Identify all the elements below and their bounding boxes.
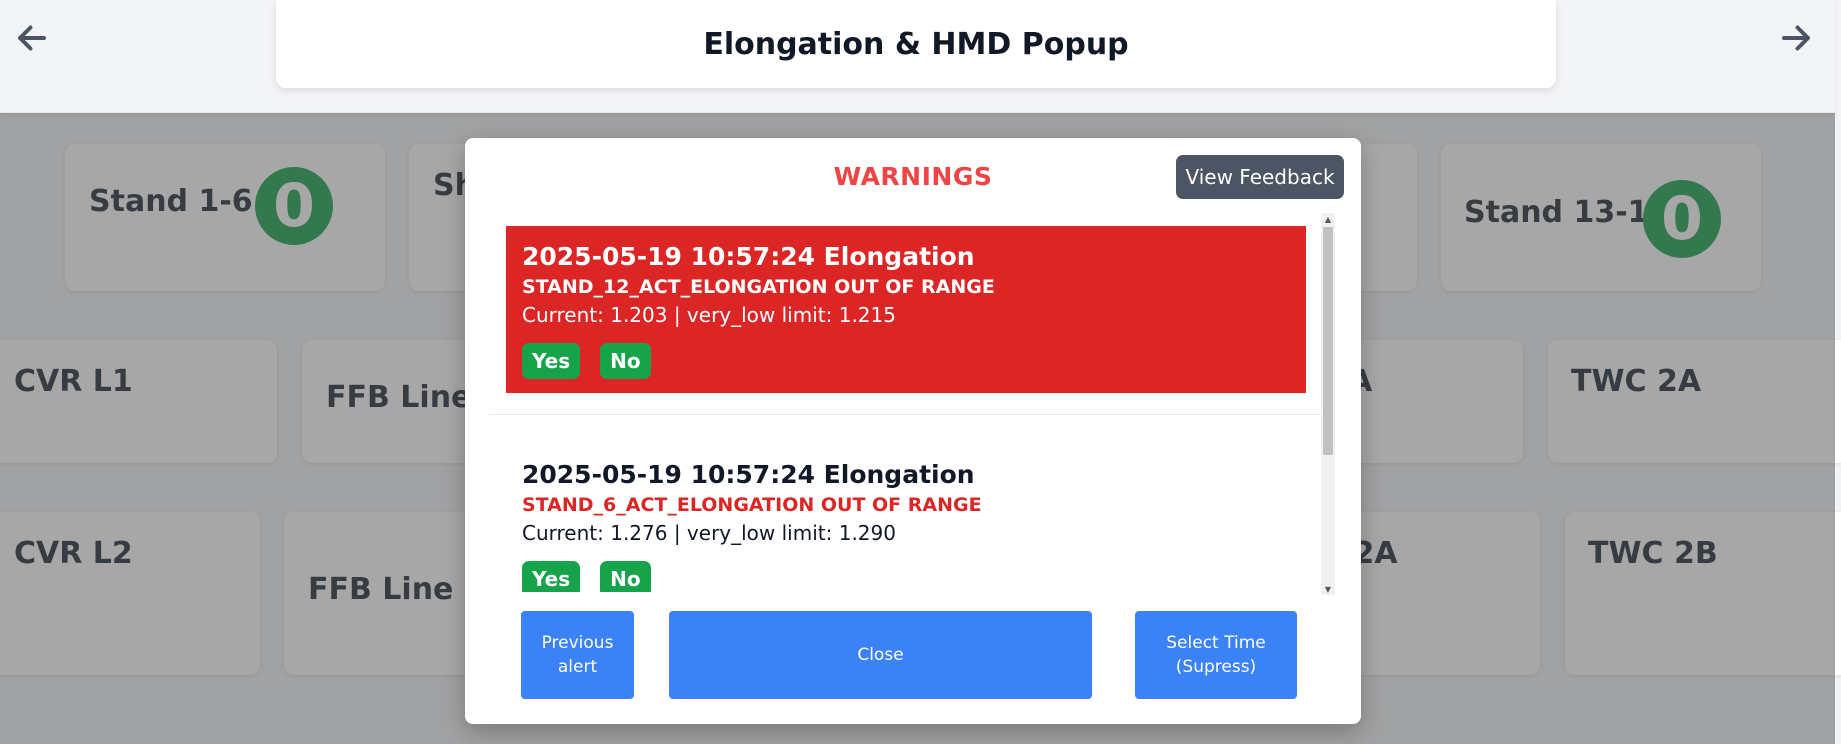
alert-code: STAND_6_ACT_ELONGATION OUT OF RANGE [522,494,982,516]
alert-scrollbar[interactable]: ▲ ▼ [1321,213,1335,595]
view-feedback-button[interactable]: View Feedback [1176,155,1344,199]
alert-current: Current: 1.276 | very_low limit: 1.290 [522,521,896,545]
scroll-thumb[interactable] [1323,227,1333,455]
close-button[interactable]: Close [669,611,1092,699]
scroll-up-icon[interactable]: ▲ [1321,213,1335,225]
feedback-buttons: Yes No [522,343,1290,379]
arrow-right-icon[interactable] [1776,14,1816,62]
yes-button[interactable]: Yes [522,561,581,592]
alert-card-active: 2025-05-19 10:57:24 Elongation STAND_12_… [506,226,1306,393]
alert-title: 2025-05-19 10:57:24 Elongation [522,460,975,489]
arrow-left-icon[interactable] [12,14,52,62]
no-button[interactable]: No [600,343,651,379]
alert-divider [489,414,1324,415]
scroll-down-icon[interactable]: ▼ [1321,583,1335,595]
feedback-buttons: Yes No [522,561,1290,592]
alert-card: 2025-05-19 10:57:24 Elongation STAND_6_A… [506,444,1306,592]
alert-code: STAND_12_ACT_ELONGATION OUT OF RANGE [522,276,995,298]
warnings-modal: WARNINGS View Feedback 2025-05-19 10:57:… [465,138,1361,724]
top-header: Elongation & HMD Popup [0,0,1835,113]
alert-current: Current: 1.203 | very_low limit: 1.215 [522,303,896,327]
title-card: Elongation & HMD Popup [276,0,1556,88]
page-title: Elongation & HMD Popup [703,26,1129,62]
previous-alert-button[interactable]: Previous alert [521,611,634,699]
yes-button[interactable]: Yes [522,343,581,379]
select-time-supress-button[interactable]: Select Time (Supress) [1135,611,1297,699]
alert-title: 2025-05-19 10:57:24 Elongation [522,242,975,271]
alert-viewport: 2025-05-19 10:57:24 Elongation STAND_12_… [489,212,1345,592]
no-button[interactable]: No [600,561,651,592]
